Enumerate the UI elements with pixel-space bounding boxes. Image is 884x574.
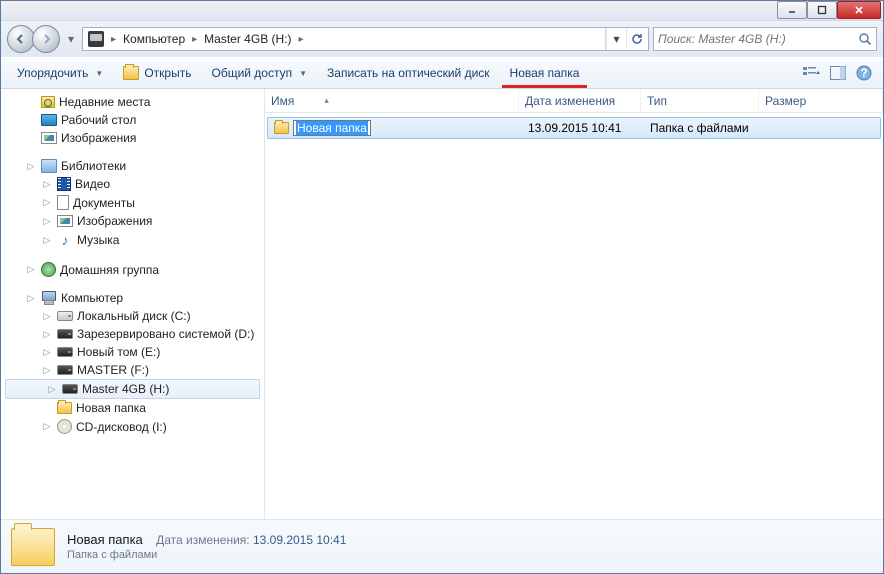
video-icon [57, 177, 71, 191]
sidebar-item-cd[interactable]: ▷CD-дисковод (I:) [1, 417, 264, 436]
history-dropdown[interactable]: ▾ [64, 25, 78, 53]
folder-icon [274, 122, 289, 134]
chevron-right-icon[interactable]: ▸ [188, 34, 201, 45]
details-mod-value: 13.09.2015 10:41 [253, 533, 346, 547]
view-options-button[interactable] [801, 62, 823, 84]
drive-icon [57, 311, 73, 321]
titlebar [1, 1, 883, 21]
help-button[interactable]: ? [853, 62, 875, 84]
sidebar-item-drive-c[interactable]: ▷Локальный диск (C:) [1, 307, 264, 325]
sidebar-item-recent[interactable]: Недавние места [1, 93, 264, 111]
sidebar-item-drive-h[interactable]: ▷Master 4GB (H:) [5, 379, 260, 399]
folder-icon [57, 402, 72, 414]
music-icon: ♪ [57, 232, 73, 248]
close-button[interactable] [837, 1, 881, 19]
file-list-pane: Имя Дата изменения Тип Размер Новая папк… [265, 89, 883, 519]
homegroup-icon [41, 262, 56, 277]
folder-large-icon [11, 528, 55, 566]
maximize-button[interactable] [807, 1, 837, 19]
sidebar-item-homegroup[interactable]: ▷Домашняя группа [1, 260, 264, 279]
column-name[interactable]: Имя [265, 89, 519, 112]
navigation-bar: ▾ ▸ Компьютер ▸ Master 4GB (H:) ▸ ▾ [1, 21, 883, 57]
sidebar-item-computer[interactable]: ▷Компьютер [1, 289, 264, 307]
expand-icon[interactable]: ▷ [25, 161, 37, 172]
forward-button[interactable] [32, 25, 60, 53]
sidebar-item-music[interactable]: ▷♪Музыка [1, 230, 264, 250]
back-button[interactable] [7, 25, 35, 53]
search-input[interactable] [658, 32, 858, 46]
search-icon[interactable] [858, 32, 872, 46]
sidebar-item-desktop[interactable]: Рабочий стол [1, 111, 264, 129]
chevron-right-icon[interactable]: ▸ [107, 34, 120, 45]
share-button[interactable]: Общий доступ▼ [203, 63, 315, 83]
toolbar: Упорядочить▼ Открыть Общий доступ▼ Запис… [1, 57, 883, 89]
recent-icon [41, 96, 55, 108]
file-date: 13.09.2015 10:41 [522, 121, 644, 135]
drive-icon [57, 347, 73, 357]
column-headers: Имя Дата изменения Тип Размер [265, 89, 883, 113]
preview-pane-button[interactable] [827, 62, 849, 84]
sidebar-item-video[interactable]: ▷Видео [1, 175, 264, 193]
pictures-icon [41, 132, 57, 144]
refresh-button[interactable] [626, 28, 646, 50]
sidebar-item-libraries[interactable]: ▷Библиотеки [1, 157, 264, 175]
navigation-pane[interactable]: Недавние места Рабочий стол Изображения … [1, 89, 265, 519]
drive-icon [62, 384, 78, 394]
details-mod-label: Дата изменения: [156, 533, 250, 547]
column-type[interactable]: Тип [641, 89, 759, 112]
library-icon [41, 159, 57, 173]
details-type: Папка с файлами [67, 549, 346, 561]
drive-icon [57, 365, 73, 375]
column-date[interactable]: Дата изменения [519, 89, 641, 112]
drive-icon [88, 31, 104, 47]
cd-icon [57, 419, 72, 434]
sidebar-item-drive-e[interactable]: ▷Новый том (E:) [1, 343, 264, 361]
open-button[interactable]: Открыть [115, 63, 199, 83]
address-bar[interactable]: ▸ Компьютер ▸ Master 4GB (H:) ▸ ▾ [82, 27, 649, 51]
burn-button[interactable]: Записать на оптический диск [319, 63, 498, 83]
minimize-button[interactable] [777, 1, 807, 19]
file-list[interactable]: Новая папка 13.09.2015 10:41 Папка с фай… [265, 113, 883, 519]
new-folder-button[interactable]: Новая папка [502, 63, 588, 83]
sidebar-item-pictures[interactable]: Изображения [1, 129, 264, 147]
folder-open-icon [123, 66, 139, 80]
organize-button[interactable]: Упорядочить▼ [9, 63, 111, 83]
details-title: Новая папка [67, 532, 143, 547]
address-dropdown[interactable]: ▾ [606, 28, 626, 50]
sidebar-item-drive-d[interactable]: ▷Зарезервировано системой (D:) [1, 325, 264, 343]
sidebar-item-new-folder[interactable]: Новая папка [1, 399, 264, 417]
search-box[interactable] [653, 27, 877, 51]
svg-text:?: ? [860, 66, 867, 80]
document-icon [57, 195, 69, 210]
desktop-icon [41, 114, 57, 126]
column-size[interactable]: Размер [759, 89, 883, 112]
sidebar-item-documents[interactable]: ▷Документы [1, 193, 264, 212]
file-row[interactable]: Новая папка 13.09.2015 10:41 Папка с фай… [267, 117, 881, 139]
details-pane: Новая папка Дата изменения: 13.09.2015 1… [1, 519, 883, 573]
file-type: Папка с файлами [644, 121, 762, 135]
chevron-right-icon[interactable]: ▸ [295, 34, 308, 45]
pictures-icon [57, 215, 73, 227]
computer-icon [41, 291, 57, 305]
breadcrumb-drive[interactable]: Master 4GB (H:) [201, 30, 294, 48]
rename-input[interactable]: Новая папка [293, 120, 371, 136]
sidebar-item-lib-pictures[interactable]: ▷Изображения [1, 212, 264, 230]
drive-icon [57, 329, 73, 339]
sidebar-item-drive-f[interactable]: ▷MASTER (F:) [1, 361, 264, 379]
breadcrumb-computer[interactable]: Компьютер [120, 30, 188, 48]
